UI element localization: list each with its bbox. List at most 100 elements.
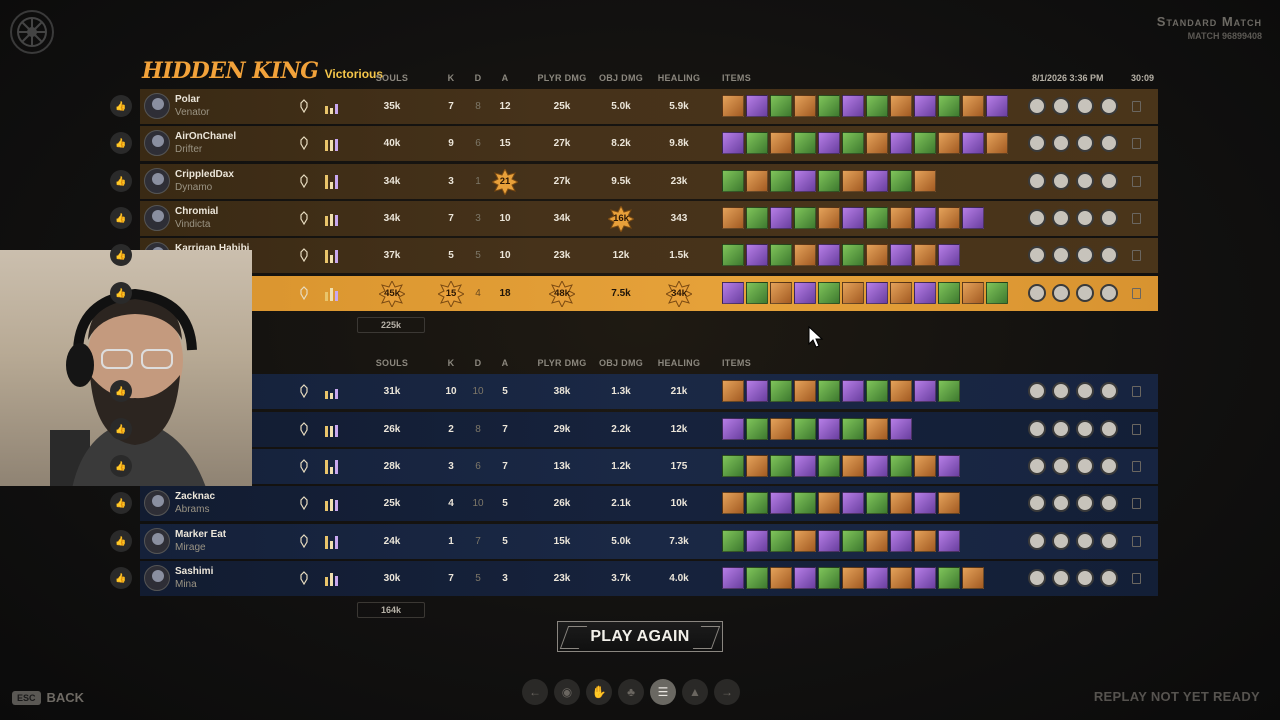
thumbs-up-icon[interactable]: 👍 (110, 132, 132, 154)
item-slot-icon[interactable] (938, 207, 960, 229)
ability-icon[interactable] (1076, 457, 1094, 475)
item-slot-icon[interactable] (890, 170, 912, 192)
item-slot-icon[interactable] (722, 492, 744, 514)
hands-tab-icon[interactable]: ✋ (586, 679, 612, 705)
item-slot-icon[interactable] (722, 530, 744, 552)
item-slot-icon[interactable] (818, 282, 840, 304)
player-row[interactable]: Zacknac Abrams 25k 4 10 5 26k 2.1k 10k (140, 486, 1158, 521)
item-slot-icon[interactable] (914, 567, 936, 589)
item-slot-icon[interactable] (842, 132, 864, 154)
item-slot-icon[interactable] (890, 530, 912, 552)
copy-icon[interactable] (1132, 386, 1141, 397)
item-slot-icon[interactable] (770, 418, 792, 440)
copy-icon[interactable] (1132, 424, 1141, 435)
player-row[interactable]: CrippledDax Dynamo 34k 3 1 21 27k 9.5k 23k (140, 164, 1158, 199)
item-slot-icon[interactable] (746, 530, 768, 552)
item-slot-icon[interactable] (818, 244, 840, 266)
ability-icon[interactable] (1052, 494, 1070, 512)
item-slot-icon[interactable] (890, 380, 912, 402)
player-row[interactable]: 31k 10 10 5 38k 1.3k 21k (140, 374, 1158, 409)
item-slot-icon[interactable] (794, 244, 816, 266)
ability-icon[interactable] (1028, 457, 1046, 475)
item-slot-icon[interactable] (770, 567, 792, 589)
item-slot-icon[interactable] (914, 380, 936, 402)
item-slot-icon[interactable] (746, 132, 768, 154)
item-slot-icon[interactable] (794, 170, 816, 192)
item-slot-icon[interactable] (794, 530, 816, 552)
item-slot-icon[interactable] (890, 207, 912, 229)
item-slot-icon[interactable] (818, 132, 840, 154)
item-slot-icon[interactable] (842, 418, 864, 440)
item-slot-icon[interactable] (794, 207, 816, 229)
copy-icon[interactable] (1132, 573, 1141, 584)
item-slot-icon[interactable] (794, 492, 816, 514)
ability-icon[interactable] (1100, 382, 1118, 400)
ability-icon[interactable] (1028, 209, 1046, 227)
item-slot-icon[interactable] (794, 380, 816, 402)
item-slot-icon[interactable] (842, 567, 864, 589)
item-slot-icon[interactable] (770, 244, 792, 266)
player-row[interactable]: 26k 2 8 7 29k 2.2k 12k (140, 412, 1158, 447)
item-slot-icon[interactable] (938, 492, 960, 514)
item-slot-icon[interactable] (938, 567, 960, 589)
item-slot-icon[interactable] (770, 207, 792, 229)
item-slot-icon[interactable] (770, 132, 792, 154)
ability-icon[interactable] (1076, 134, 1094, 152)
item-slot-icon[interactable] (746, 455, 768, 477)
back-button[interactable]: ESC BACK (12, 690, 84, 705)
eye-tab-icon[interactable]: ◉ (554, 679, 580, 705)
item-slot-icon[interactable] (746, 567, 768, 589)
item-slot-icon[interactable] (722, 95, 744, 117)
copy-icon[interactable] (1132, 138, 1141, 149)
item-slot-icon[interactable] (938, 530, 960, 552)
item-slot-icon[interactable] (818, 492, 840, 514)
item-slot-icon[interactable] (962, 282, 984, 304)
ability-icon[interactable] (1028, 134, 1046, 152)
play-again-button[interactable]: PLAY AGAIN (557, 621, 723, 652)
item-slot-icon[interactable] (746, 244, 768, 266)
item-slot-icon[interactable] (770, 455, 792, 477)
ability-icon[interactable] (1076, 382, 1094, 400)
item-slot-icon[interactable] (746, 418, 768, 440)
thumbs-up-icon[interactable]: 👍 (110, 530, 132, 552)
thumbs-up-icon[interactable]: 👍 (110, 455, 132, 477)
item-slot-icon[interactable] (842, 455, 864, 477)
ability-icon[interactable] (1100, 246, 1118, 264)
thumbs-up-icon[interactable]: 👍 (110, 282, 132, 304)
item-slot-icon[interactable] (770, 380, 792, 402)
ability-icon[interactable] (1100, 97, 1118, 115)
thumbs-up-icon[interactable]: 👍 (110, 418, 132, 440)
item-slot-icon[interactable] (722, 455, 744, 477)
item-slot-icon[interactable] (938, 95, 960, 117)
ability-icon[interactable] (1100, 284, 1118, 302)
item-slot-icon[interactable] (890, 492, 912, 514)
item-slot-icon[interactable] (914, 282, 936, 304)
item-slot-icon[interactable] (818, 170, 840, 192)
item-slot-icon[interactable] (818, 530, 840, 552)
ability-icon[interactable] (1028, 382, 1046, 400)
item-slot-icon[interactable] (962, 95, 984, 117)
item-slot-icon[interactable] (986, 132, 1008, 154)
item-slot-icon[interactable] (914, 244, 936, 266)
item-slot-icon[interactable] (866, 380, 888, 402)
scoreboard-tab-icon[interactable]: ☰ (650, 679, 676, 705)
item-slot-icon[interactable] (866, 455, 888, 477)
ability-icon[interactable] (1100, 209, 1118, 227)
copy-icon[interactable] (1132, 176, 1141, 187)
item-slot-icon[interactable] (962, 567, 984, 589)
ability-icon[interactable] (1100, 532, 1118, 550)
ability-icon[interactable] (1076, 494, 1094, 512)
item-slot-icon[interactable] (866, 170, 888, 192)
thumbs-up-icon[interactable]: 👍 (110, 207, 132, 229)
player-row[interactable]: Karrigan Habibi 37k 5 5 10 23k 12k 1.5k (140, 238, 1158, 273)
item-slot-icon[interactable] (746, 95, 768, 117)
item-slot-icon[interactable] (818, 455, 840, 477)
copy-icon[interactable] (1132, 250, 1141, 261)
item-slot-icon[interactable] (842, 244, 864, 266)
item-slot-icon[interactable] (746, 492, 768, 514)
item-slot-icon[interactable] (842, 95, 864, 117)
item-slot-icon[interactable] (746, 282, 768, 304)
item-slot-icon[interactable] (866, 132, 888, 154)
item-slot-icon[interactable] (794, 132, 816, 154)
player-row[interactable]: Marker Eat Mirage 24k 1 7 5 15k 5.0k 7.3k (140, 524, 1158, 559)
